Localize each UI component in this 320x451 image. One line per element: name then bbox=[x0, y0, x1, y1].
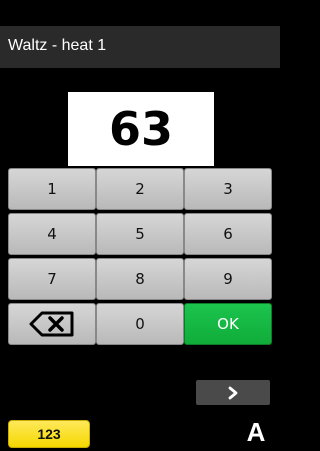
ok-button[interactable]: OK bbox=[184, 303, 272, 345]
backspace-icon bbox=[29, 311, 74, 337]
backspace-button[interactable] bbox=[8, 303, 96, 345]
key-3[interactable]: 3 bbox=[184, 168, 272, 210]
key-9[interactable]: 9 bbox=[184, 258, 272, 300]
chevron-right-icon bbox=[228, 386, 238, 399]
key-4[interactable]: 4 bbox=[8, 213, 96, 255]
title-bar: Waltz - heat 1 bbox=[0, 26, 280, 68]
key-7[interactable]: 7 bbox=[8, 258, 96, 300]
numeric-mode-button[interactable]: 123 bbox=[8, 420, 90, 448]
number-display: 63 bbox=[68, 92, 214, 166]
next-button[interactable] bbox=[196, 380, 270, 405]
key-5[interactable]: 5 bbox=[96, 213, 184, 255]
page-title: Waltz - heat 1 bbox=[8, 37, 107, 54]
key-2[interactable]: 2 bbox=[96, 168, 184, 210]
key-1[interactable]: 1 bbox=[8, 168, 96, 210]
display-value: 63 bbox=[108, 102, 173, 156]
key-0[interactable]: 0 bbox=[96, 303, 184, 345]
alpha-mode-button[interactable]: A bbox=[236, 416, 276, 448]
key-8[interactable]: 8 bbox=[96, 258, 184, 300]
key-6[interactable]: 6 bbox=[184, 213, 272, 255]
